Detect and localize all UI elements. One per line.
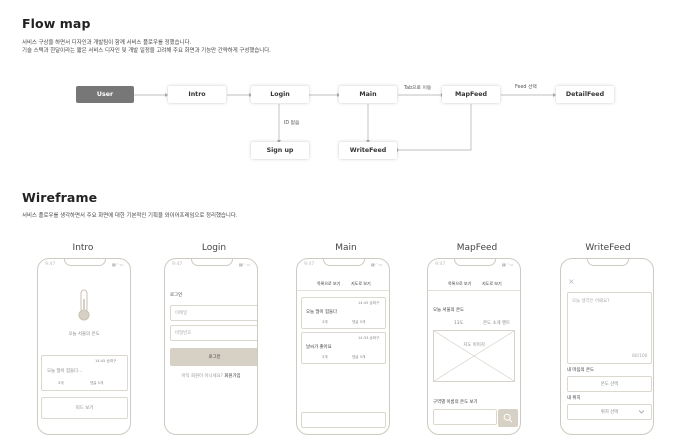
mapfeed-temp-desc: 온도 소개 멘트 (483, 321, 511, 326)
node-login: Login (251, 86, 309, 103)
screen-title-mapfeed: MapFeed (456, 243, 498, 253)
card-comments: 댓글 5개 (352, 320, 366, 324)
close-icon[interactable]: × (568, 277, 575, 286)
tab-map[interactable]: 지도로 보기 (482, 281, 502, 287)
wireframe-description: 서비스 플로우를 생각하면서 주요 화면에 대한 기본적인 기획을 와이어프레임… (22, 213, 238, 219)
feed-input-placeholder: 오늘 생각은 어때요? (572, 299, 610, 304)
node-detailfeed: DetailFeed (556, 86, 614, 103)
card-likes: 3개 (322, 320, 328, 324)
intro-feed-button[interactable]: 피드 보기 (41, 397, 128, 419)
phone-login: 9:47 ▮▮ ◠ ▭ 로그인 이메일 비밀번호 로그인 아직 회원이 아니세요… (164, 258, 258, 435)
intro-feed-button-label: 피드 보기 (75, 406, 94, 411)
intro-feed-card[interactable]: 14:45 송파구 오늘 많이 힘들다... 3개 댓글 5개 (41, 355, 128, 391)
card-meta: 14:45 송파구 (95, 359, 117, 363)
screen-title-writefeed: WriteFeed (585, 243, 631, 253)
status-icons: ▮▮ ◠ ▭ (111, 262, 124, 267)
card-likes: 3개 (322, 355, 328, 359)
tab-list[interactable]: 목록으로 보기 (448, 281, 471, 287)
search-button[interactable] (498, 409, 518, 427)
map-image-placeholder[interactable]: 지도 이미지 (433, 330, 515, 382)
district-search-input[interactable] (433, 409, 497, 425)
edge-label-tab-move: Tab으로 이동 (404, 86, 432, 91)
edge-mapfeed-writefeed (398, 104, 472, 151)
screen-title-intro: Intro (72, 243, 94, 253)
login-heading: 로그인 (170, 293, 183, 298)
card-likes: 3개 (58, 381, 64, 385)
email-placeholder: 이메일 (175, 311, 188, 316)
card-text: 오늘 많이 힘들다... (47, 369, 83, 374)
status-time: 9:47 (435, 262, 446, 267)
password-placeholder: 비밀번호 (175, 331, 192, 336)
status-time: 9:47 (45, 262, 56, 267)
phone-intro: 9:47 ▮▮ ◠ ▭ 오늘 서울의 온도 14:45 송파구 오늘 많이 힘들… (37, 258, 131, 435)
node-writefeed: WriteFeed (339, 142, 397, 159)
node-signup: Sign up (251, 142, 309, 159)
feed-card-1[interactable]: 14:45 송파구 오늘 많이 힘들다 3개 댓글 5개 (301, 297, 386, 329)
chevron-down-icon (638, 410, 645, 414)
temp-select-label: 온도 선택 (600, 382, 619, 387)
card-comments: 댓글 5개 (352, 355, 366, 359)
mapfeed-temp-value: 13도 (454, 321, 464, 326)
map-image-label: 지도 이미지 (463, 343, 485, 348)
card-text: 날씨가 좋아요 (306, 345, 332, 350)
card-text: 오늘 많이 힘들다 (306, 310, 338, 315)
phone-mapfeed: 9:47 ▮▮ ◠ ▭ 목록으로 보기 지도로 보기 오늘 서울의 온도 13도… (427, 258, 521, 435)
login-button[interactable]: 로그인 (170, 348, 257, 366)
card-comments: 댓글 5개 (90, 381, 104, 385)
signup-prompt: 아직 회원이 아니세요? (181, 374, 223, 379)
search-icon (503, 413, 513, 423)
status-time: 9:47 (172, 262, 183, 267)
phone-writefeed: × 오늘 생각은 어때요? 80/100 내 마음의 온도 온도 선택 내 위치… (560, 258, 654, 435)
feed-card-2[interactable]: 14:33 송파구 날씨가 좋아요 3개 댓글 5개 (301, 332, 386, 364)
wireframe-title: Wireframe (22, 190, 98, 205)
login-button-label: 로그인 (208, 355, 221, 360)
card-meta: 14:45 송파구 (358, 301, 380, 305)
password-field[interactable]: 비밀번호 (170, 325, 257, 341)
tab-map[interactable]: 지도로 보기 (351, 281, 371, 287)
signup-prompt-row: 아직 회원이 아니세요? 회원가입 (165, 373, 257, 379)
status-icons: ▮▮ ◠ ▭ (238, 262, 251, 267)
temp-select[interactable]: 온도 선택 (567, 376, 652, 392)
intro-temp-label: 오늘 서울의 온도 (68, 332, 100, 337)
status-time: 9:47 (304, 262, 315, 267)
screen-title-main: Main (335, 243, 357, 253)
status-icons: ▮▮ ◠ ▭ (370, 262, 383, 267)
card-meta: 14:33 송파구 (358, 336, 380, 340)
screen-title-login: Login (201, 243, 227, 253)
location-select[interactable]: 위치 선택 (567, 404, 652, 420)
edge-label-id-none: ID 없음 (284, 121, 300, 126)
node-user: User (76, 86, 134, 103)
placeholder-cross (434, 331, 514, 381)
tab-list[interactable]: 목록으로 보기 (317, 281, 340, 287)
signup-link[interactable]: 회원가입 (224, 374, 240, 379)
mapfeed-temp-label: 오늘 서울의 온도 (433, 308, 465, 313)
node-main: Main (339, 86, 397, 103)
node-intro: Intro (168, 86, 226, 103)
phone-main: 9:47 ▮▮ ◠ ▭ 목록으로 보기 지도로 보기 14:45 송파구 오늘 … (296, 258, 390, 435)
main-bottom-bar (301, 412, 386, 428)
feed-text-input[interactable]: 오늘 생각은 어때요? 80/100 (567, 292, 652, 364)
status-icons: ▮▮ ◠ ▭ (501, 262, 514, 267)
node-mapfeed: MapFeed (442, 86, 500, 103)
thermometer-icon (78, 289, 90, 321)
district-temp-label: 구역별 이름의 온도 보기 (433, 400, 478, 405)
edge-label-feed-select: Feed 선택 (515, 85, 537, 90)
email-field[interactable]: 이메일 (170, 305, 257, 321)
my-temp-label: 내 마음의 온도 (567, 368, 595, 373)
char-count: 80/100 (632, 354, 648, 359)
my-location-label: 내 위치 (567, 396, 581, 401)
